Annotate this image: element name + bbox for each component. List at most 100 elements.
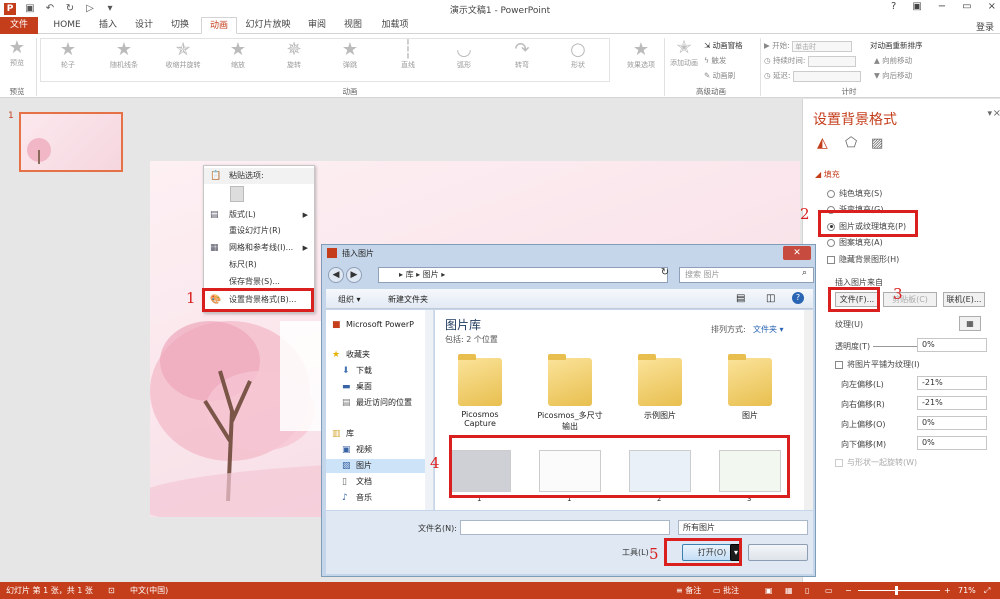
preview-pane-icon[interactable]: ◫	[766, 293, 775, 304]
login-link[interactable]: 登录	[976, 20, 994, 33]
folder-picosmos-multi[interactable]: Picosmos_多尺寸输出	[535, 354, 605, 432]
offset-left-input[interactable]: -21%	[917, 376, 987, 390]
nav-desktop[interactable]: ▬ 桌面	[326, 380, 432, 394]
nav-documents[interactable]: ▯ 文档	[326, 475, 432, 489]
effect-options-button[interactable]: ★ 效果选项	[620, 40, 662, 70]
tab-slideshow[interactable]: 幻灯片放映	[243, 17, 293, 34]
tab-view[interactable]: 视图	[339, 17, 367, 34]
normal-view-icon[interactable]: ▣	[765, 582, 773, 599]
offset-top-input[interactable]: 0%	[917, 416, 987, 430]
nav-recent[interactable]: ▤ 最近访问的位置	[326, 396, 432, 410]
start-select[interactable]: 单击时	[792, 40, 853, 52]
image-thumbnail[interactable]	[449, 450, 511, 492]
reading-view-icon[interactable]: ▯	[805, 582, 809, 599]
menu-item-ruler[interactable]: 标尺(R)	[204, 257, 314, 273]
pane-options-icon[interactable]: ▾	[987, 109, 992, 119]
move-earlier-button[interactable]: ▲ 向前移动	[874, 55, 912, 66]
file-button[interactable]: 文件(F)...	[835, 292, 879, 307]
effect-lines[interactable]: ┆ 直线	[388, 40, 428, 70]
tab-design[interactable]: 设计	[130, 17, 158, 34]
zoom-level[interactable]: 71%	[958, 582, 976, 599]
gradient-fill-radio[interactable]: 渐变填充(G)	[827, 204, 883, 215]
image-thumbnail[interactable]	[719, 450, 781, 492]
start-from-beginning-icon[interactable]: ▷	[84, 3, 96, 15]
effect-shrink-turn[interactable]: ✯ 收缩并旋转	[160, 40, 206, 70]
new-folder-button[interactable]: 新建文件夹	[388, 294, 428, 305]
nav-videos[interactable]: ▣ 视频	[326, 443, 432, 457]
fit-to-window-icon[interactable]: ⤢	[984, 582, 990, 599]
file-type-select[interactable]: 所有图片	[678, 520, 808, 535]
nav-scrollbar[interactable]	[425, 310, 433, 510]
content-scrollbar[interactable]	[804, 310, 813, 510]
picture-icon[interactable]: ▨	[871, 136, 883, 151]
zoom-slider[interactable]	[858, 590, 940, 591]
close-button[interactable]: ×	[988, 1, 996, 12]
image-thumbnail[interactable]	[629, 450, 691, 492]
zoom-in-button[interactable]: +	[944, 582, 951, 599]
animation-painter-button[interactable]: ✎ 动画刷	[704, 70, 735, 81]
tab-animations[interactable]: 动画	[201, 17, 237, 34]
pane-close-icon[interactable]: ×	[993, 108, 1000, 119]
folder-pictures[interactable]: 图片	[715, 354, 785, 421]
nav-music[interactable]: ♪ 音乐	[326, 491, 432, 505]
nav-pictures[interactable]: ▨ 图片	[326, 459, 432, 473]
organize-button[interactable]: 组织 ▾	[338, 294, 361, 305]
effect-wheel[interactable]: ★ 轮子	[48, 40, 88, 70]
add-animation-button[interactable]: ✭ 添加动画	[666, 38, 702, 68]
restore-button[interactable]: ▭	[962, 1, 971, 12]
slide-sorter-icon[interactable]: ▦	[785, 582, 793, 599]
filename-input[interactable]	[460, 520, 670, 535]
open-dropdown-arrow[interactable]: ▾	[730, 544, 742, 561]
tab-transitions[interactable]: 切换	[166, 17, 194, 34]
notes-button[interactable]: ≡ 备注	[676, 582, 701, 599]
back-button[interactable]: ◀	[328, 267, 344, 283]
effect-random-bars[interactable]: ★ 随机线条	[104, 40, 144, 70]
trigger-button[interactable]: ϟ 触发	[704, 55, 726, 66]
zoom-slider-thumb[interactable]	[895, 586, 898, 595]
tab-review[interactable]: 审阅	[303, 17, 331, 34]
nav-microsoft-powerpoint[interactable]: ■ Microsoft PowerP	[326, 318, 432, 332]
offset-right-input[interactable]: -21%	[917, 396, 987, 410]
tab-file[interactable]: 文件	[0, 17, 38, 34]
slide-thumbnail[interactable]	[19, 112, 123, 172]
breadcrumb-library[interactable]: 库	[406, 270, 414, 279]
address-bar[interactable]: ▸ 库 ▸ 图片 ▸	[378, 267, 668, 283]
preview-button[interactable]: ★ 预览	[2, 38, 32, 68]
menu-item-reset-slide[interactable]: 重设幻灯片(R)	[204, 223, 314, 239]
image-thumbnail[interactable]	[539, 450, 601, 492]
offset-bottom-input[interactable]: 0%	[917, 436, 987, 450]
solid-fill-radio[interactable]: 纯色填充(S)	[827, 188, 882, 199]
tile-checkbox[interactable]: 将图片平铺为纹理(I)	[835, 359, 920, 370]
hide-graphics-checkbox[interactable]: 隐藏背景图形(H)	[827, 254, 899, 265]
clipboard-button[interactable]: 剪贴板(C)	[883, 292, 937, 307]
cancel-button[interactable]	[748, 544, 808, 561]
help-button[interactable]: ?	[891, 1, 896, 12]
redo-icon[interactable]: ↻	[64, 3, 76, 15]
zoom-out-button[interactable]: −	[845, 582, 852, 599]
nav-favorites[interactable]: ★ 收藏夹	[326, 348, 432, 362]
refresh-icon[interactable]: ↻	[656, 267, 674, 283]
delay-input[interactable]	[792, 70, 861, 82]
fill-bucket-icon[interactable]: ◭	[817, 135, 828, 151]
language-indicator[interactable]: 中文(中国)	[130, 582, 168, 599]
search-input[interactable]: 搜索 图片	[679, 267, 814, 283]
texture-picker[interactable]: ▦	[959, 316, 981, 331]
menu-item-format-background[interactable]: 🎨 设置背景格式(B)...	[204, 292, 314, 308]
effect-turns[interactable]: ↷ 转弯	[502, 40, 542, 70]
picture-fill-radio[interactable]: 图片或纹理填充(P)	[827, 221, 906, 232]
duration-input[interactable]	[807, 55, 856, 67]
ribbon-display-icon[interactable]: ▣	[912, 1, 921, 12]
menu-item-save-background[interactable]: 保存背景(S)...	[204, 274, 314, 290]
effect-bounce[interactable]: ★ 弹跳	[330, 40, 370, 70]
effects-pentagon-icon[interactable]: ⬠	[845, 135, 857, 151]
effect-swivel[interactable]: ✵ 旋转	[274, 40, 314, 70]
fill-section-header[interactable]: ◢ 填充	[815, 169, 840, 180]
tools-dropdown[interactable]: 工具(L)	[622, 547, 649, 558]
move-later-button[interactable]: ▼ 向后移动	[874, 70, 912, 81]
effect-zoom[interactable]: ★ 缩放	[218, 40, 258, 70]
forward-button[interactable]: ▶	[346, 267, 362, 283]
nav-downloads[interactable]: ⬇ 下载	[326, 364, 432, 378]
effect-shapes[interactable]: ○ 形状	[558, 40, 598, 70]
tab-insert[interactable]: 插入	[94, 17, 122, 34]
rotate-with-shape-checkbox[interactable]: 与形状一起旋转(W)	[835, 457, 917, 468]
